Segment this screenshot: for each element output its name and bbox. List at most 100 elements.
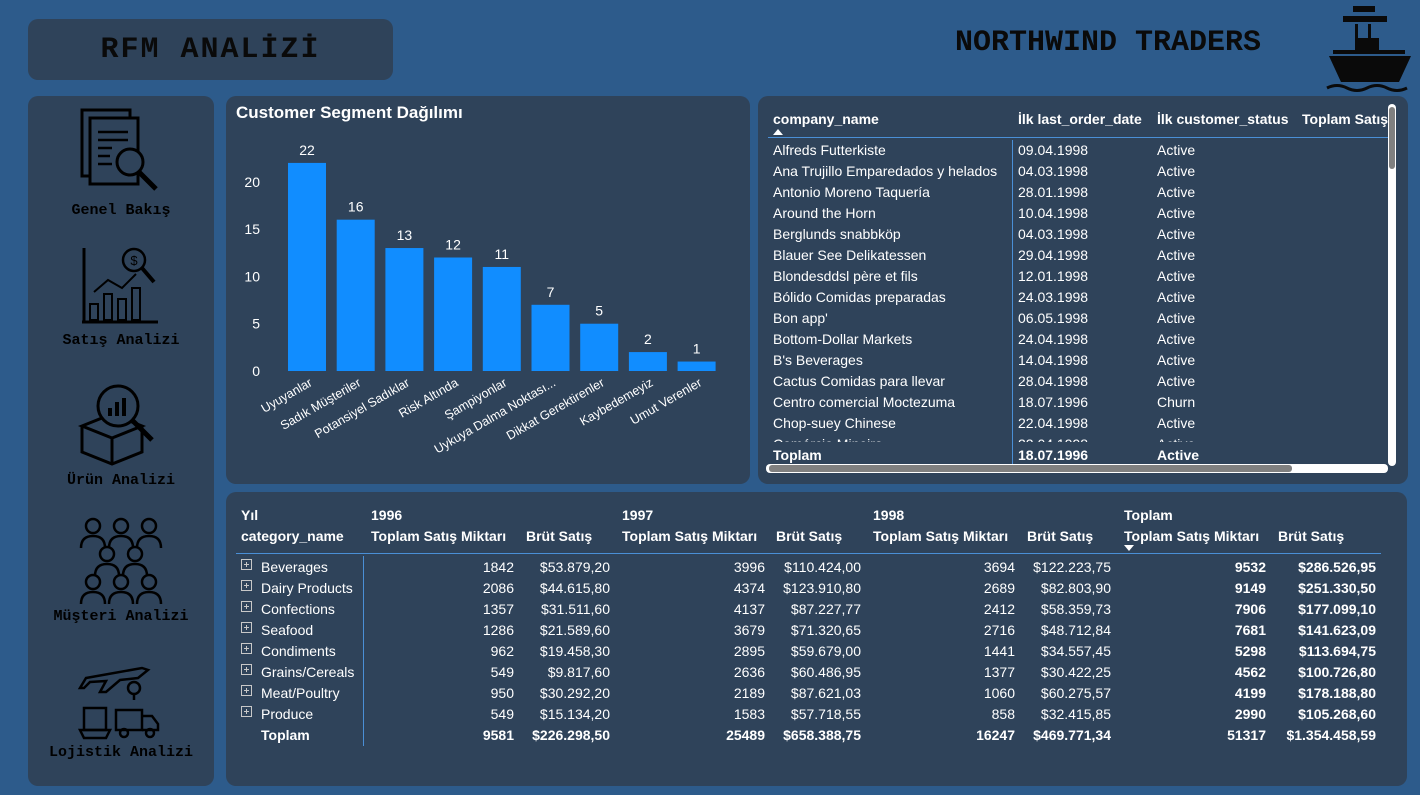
bar[interactable] — [580, 323, 619, 371]
y-tick-label: 15 — [244, 221, 260, 237]
table-row[interactable]: Alfreds Futterkiste 09.04.1998 Active — [768, 140, 1390, 161]
cell-last-order-date: 09.04.1998 — [1018, 142, 1089, 158]
cell-gross-sales: $58.359,73 — [1040, 601, 1111, 617]
measure-qty-total[interactable]: Toplam Satış Miktarı — [1124, 528, 1259, 544]
table-row[interactable]: Chop-suey Chinese 22.04.1998 Active — [768, 413, 1390, 434]
y-tick-label: 0 — [252, 363, 260, 379]
expand-plus-icon[interactable] — [241, 580, 252, 591]
cell-quantity: 4199 — [1234, 685, 1266, 701]
row-header-year: Yıl — [241, 507, 259, 523]
cell-customer-status: Active — [1157, 310, 1196, 326]
horizontal-scroll-thumb[interactable] — [769, 465, 1292, 472]
cell-gross-sales: $122.223,75 — [1033, 559, 1111, 575]
nav-lojistik-analizi[interactable]: Lojistik Analizi — [28, 656, 214, 761]
table-row[interactable]: Centro comercial Moctezuma 18.07.1996 Chur… — [768, 392, 1390, 413]
cell-gross-sales: $15.134,20 — [539, 706, 610, 722]
cell-gross-sales: $469.771,34 — [1033, 727, 1111, 743]
bar[interactable] — [434, 257, 473, 372]
cell-category-name: Beverages — [261, 559, 328, 575]
ship-icon — [1326, 6, 1411, 92]
measure-gross-1998[interactable]: Brüt Satış — [1027, 528, 1093, 544]
vertical-scroll-thumb[interactable] — [1389, 107, 1395, 169]
segment-chart-panel: 0 5 10 15 20 22 Uyuyanlar 16 Sadık Müşteriler 13 P… — [226, 96, 750, 484]
table-row[interactable]: Comércio Mineiro 22.04.1998 Active — [768, 434, 1390, 442]
cell-company-name: Ana Trujillo Emparedados y helados — [773, 163, 998, 179]
expand-plus-icon[interactable] — [241, 664, 252, 675]
expand-plus-icon[interactable] — [241, 601, 252, 612]
cell-gross-sales: $31.511,60 — [540, 601, 610, 617]
bar[interactable] — [677, 361, 716, 371]
vertical-scrollbar[interactable] — [1388, 104, 1396, 466]
measure-qty-1998[interactable]: Toplam Satış Miktarı — [873, 528, 1008, 544]
header-divider — [236, 553, 1381, 554]
col-company-name[interactable]: company_name — [773, 111, 879, 127]
cell-company-name: Chop-suey Chinese — [773, 415, 896, 431]
expand-plus-icon[interactable] — [241, 559, 252, 570]
measure-qty-1996[interactable]: Toplam Satış Miktarı — [371, 528, 506, 544]
nav-musteri-analizi[interactable]: Müşteri Analizi — [28, 516, 214, 625]
table-row[interactable]: Blauer See Delikatessen 29.04.1998 Active — [768, 245, 1390, 266]
cell-company-name: Alfreds Futterkiste — [773, 142, 886, 158]
data-label: 22 — [299, 142, 315, 158]
cell-last-order-date: 06.05.1998 — [1018, 310, 1089, 326]
table-row[interactable]: Cactus Comidas para llevar 28.04.1998 Acti… — [768, 371, 1390, 392]
cell-gross-sales: $113.694,75 — [1298, 643, 1376, 659]
measure-gross-total[interactable]: Brüt Satış — [1278, 528, 1344, 544]
row-header-category[interactable]: category_name — [241, 528, 344, 544]
table-row[interactable]: Bon app' 06.05.1998 Active — [768, 308, 1390, 329]
nav-genel-bakis[interactable]: Genel Bakış — [28, 106, 214, 219]
horizontal-scrollbar[interactable] — [766, 464, 1388, 473]
matrix-row: Confections 1357 $31.511,60 4137 $87.227,77 2… — [226, 599, 1407, 620]
sidebar: Genel Bakış $ Satış Analizi Ürün Analizi… — [28, 96, 214, 786]
cell-gross-sales: $19.458,30 — [539, 643, 610, 659]
measure-gross-1996[interactable]: Brüt Satış — [526, 528, 592, 544]
measure-gross-1997[interactable]: Brüt Satış — [776, 528, 842, 544]
cell-company-name: Blauer See Delikatessen — [773, 247, 927, 263]
nav-urun-analizi[interactable]: Ürün Analizi — [28, 380, 214, 489]
expand-plus-icon[interactable] — [241, 685, 252, 696]
col-total-sales[interactable]: Toplam Satış — [1302, 111, 1388, 127]
cell-category-name: Seafood — [261, 622, 314, 638]
measure-qty-1997[interactable]: Toplam Satış Miktarı — [622, 528, 757, 544]
bar[interactable] — [531, 304, 570, 371]
nav-satis-analizi[interactable]: $ Satış Analizi — [28, 244, 214, 349]
cell-quantity: 7681 — [1234, 622, 1266, 638]
bar[interactable] — [288, 162, 326, 371]
cell-company-name: Berglunds snabbköp — [773, 226, 901, 242]
expand-plus-icon[interactable] — [241, 706, 252, 717]
cell-gross-sales: $123.910,80 — [783, 580, 861, 596]
table-row[interactable]: Bottom-Dollar Markets 24.04.1998 Active — [768, 329, 1390, 350]
y-tick-label: 10 — [244, 268, 260, 284]
col-last-order-date[interactable]: İlk last_order_date — [1018, 111, 1142, 127]
bar[interactable] — [628, 352, 667, 371]
table-row[interactable]: Berglunds snabbköp 04.03.1998 Active — [768, 224, 1390, 245]
bar[interactable] — [385, 248, 424, 371]
table-row[interactable]: B's Beverages 14.04.1998 Active — [768, 350, 1390, 371]
cell-company-name: Comércio Mineiro — [773, 436, 883, 442]
expand-plus-icon[interactable] — [241, 643, 252, 654]
year-header-1996: 1996 — [371, 507, 403, 523]
cell-customer-status: Active — [1157, 373, 1196, 389]
table-row[interactable]: Blondesddsl père et fils 12.01.1998 Active — [768, 266, 1390, 287]
bar[interactable] — [482, 266, 521, 371]
col-customer-status[interactable]: İlk customer_status — [1157, 111, 1289, 127]
cell-last-order-date: 24.04.1998 — [1018, 331, 1089, 347]
table-row[interactable]: Bólido Comidas preparadas 24.03.1998 Activ… — [768, 287, 1390, 308]
customer-table-header: company_name İlk last_order_date İlk cus… — [768, 108, 1390, 138]
cell-last-order-date: 04.03.1998 — [1018, 163, 1089, 179]
expand-plus-icon[interactable] — [241, 622, 252, 633]
cell-customer-status: Active — [1157, 415, 1196, 431]
cell-last-order-date: 28.01.1998 — [1018, 184, 1089, 200]
year-header-1998: 1998 — [873, 507, 905, 523]
cell-quantity: 4562 — [1234, 664, 1266, 680]
table-row[interactable]: Around the Horn 10.04.1998 Active — [768, 203, 1390, 224]
cell-category-name: Produce — [261, 706, 314, 722]
bar[interactable] — [336, 219, 375, 371]
cell-gross-sales: $59.679,00 — [790, 643, 861, 659]
cell-gross-sales: $110.424,00 — [784, 559, 861, 575]
brand-name: NORTHWIND TRADERS — [955, 26, 1262, 60]
table-row[interactable]: Ana Trujillo Emparedados y helados 04.03.… — [768, 161, 1390, 182]
table-row[interactable]: Antonio Moreno Taquería 28.01.1998 Active — [768, 182, 1390, 203]
cell-quantity: 51317 — [1227, 727, 1266, 743]
data-label: 2 — [644, 331, 652, 347]
